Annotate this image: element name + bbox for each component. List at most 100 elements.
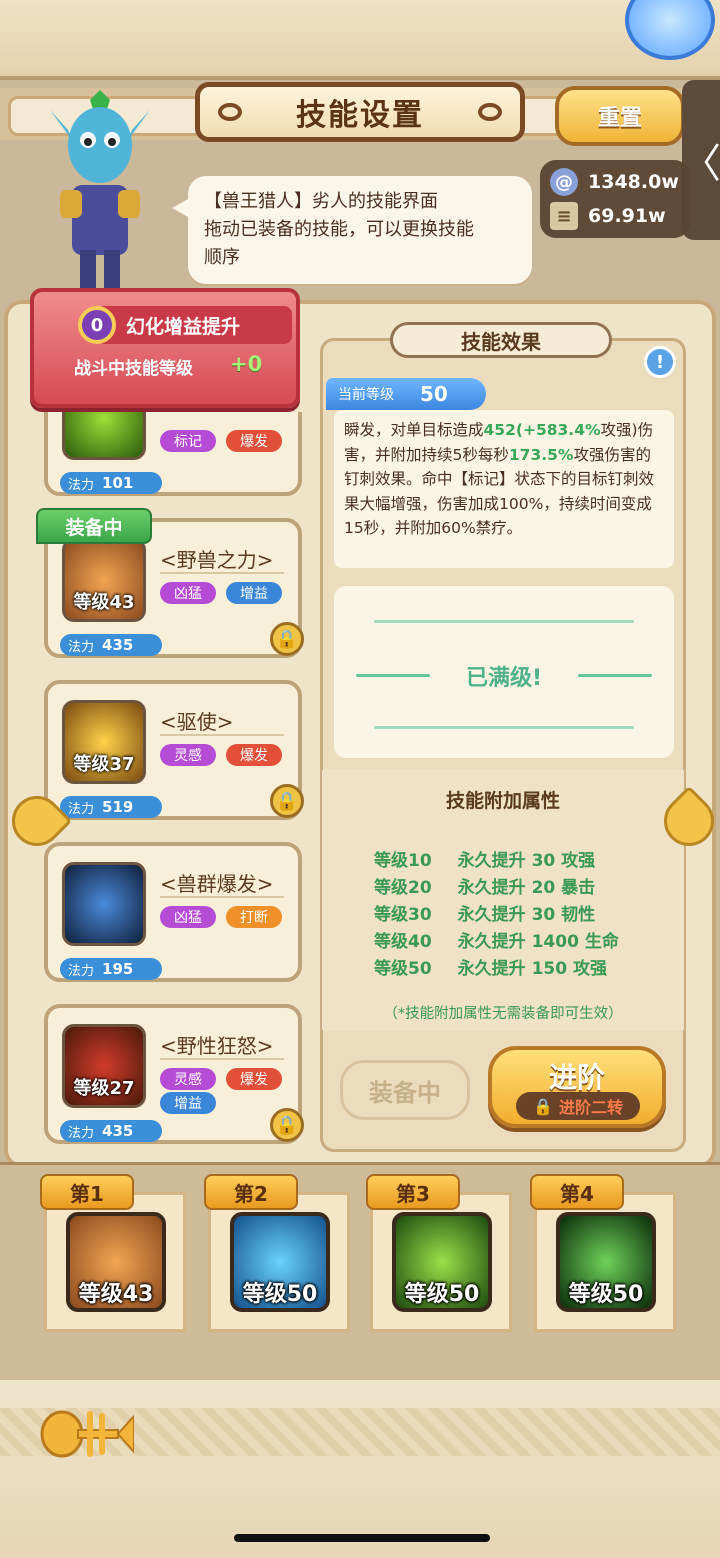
skill-tag: 灵感 — [160, 744, 216, 766]
divider — [160, 1058, 284, 1060]
buff-title: 幻化增益提升 — [126, 315, 241, 338]
desc-damage: 452 — [483, 421, 516, 439]
slot-label: 第4 — [530, 1174, 624, 1210]
lock-icon[interactable]: 🔒 — [270, 1108, 304, 1142]
attribute-row: 等级10 永久提升 30 攻强 — [374, 846, 595, 871]
skill-tag: 爆发 — [226, 744, 282, 766]
attr-level: 等级20 — [374, 878, 432, 898]
speech-bubble: 【兽王猎人】劣人的技能界面 拖动已装备的技能，可以更换技能 顺序 — [172, 176, 532, 284]
desc-text: 攻强 — [573, 445, 605, 464]
mana-label: 法力 — [68, 639, 95, 655]
attribute-row: 等级20 永久提升 20 暴击 — [374, 873, 595, 898]
skill-tag: 增益 — [226, 582, 282, 604]
attribute-title: 技能附加属性 — [445, 790, 560, 812]
buff-banner[interactable]: 幻化增益提升 0 战斗中技能等级 +0 — [30, 288, 300, 408]
buff-badge-icon: 0 — [78, 306, 116, 344]
equipped-button-label: 装备中 — [369, 1078, 441, 1107]
buff-value: +0 — [230, 352, 263, 376]
mana-pill: 法力 435 — [60, 634, 162, 656]
reset-button[interactable]: 重置 — [555, 86, 685, 146]
current-level-ribbon: 当前等级 50 — [326, 378, 486, 410]
equip-slot-2[interactable]: 第2 等级50 — [204, 1174, 350, 1332]
ornament-line — [374, 620, 634, 623]
attr-text: 永久提升 1400 生命 — [457, 932, 619, 952]
title-text: 技能设置 — [296, 98, 424, 133]
buff-badge-value: 0 — [90, 314, 104, 336]
skill-tag: 标记 — [160, 430, 216, 452]
mana-value: 435 — [102, 636, 134, 654]
advance-button[interactable]: 进阶 🔒 进阶二转 — [488, 1046, 666, 1128]
currency-value: 69.91w — [588, 205, 666, 227]
mana-value: 195 — [102, 960, 134, 978]
mana-value: 435 — [102, 1122, 134, 1140]
lock-icon[interactable]: 🔒 — [270, 622, 304, 656]
equipped-button: 装备中 — [340, 1060, 470, 1120]
speech-line: 顺序 — [204, 247, 240, 268]
lock-icon[interactable]: 🔒 — [270, 784, 304, 818]
divider — [160, 734, 284, 736]
info-icon[interactable]: ! — [644, 346, 676, 378]
skill-card[interactable]: 等级37 <驱使> 灵感 爆发 法力 519 🔒 — [44, 680, 304, 820]
page-title: 技能设置 — [195, 82, 525, 142]
effect-header-label: 技能效果 — [461, 329, 541, 354]
skill-level: 等级27 — [73, 1078, 135, 1099]
mana-pill: 法力 101 — [60, 472, 162, 494]
slot-label: 第2 — [204, 1174, 298, 1210]
home-indicator[interactable] — [234, 1534, 490, 1542]
reset-label: 重置 — [597, 106, 642, 131]
hero-character — [50, 90, 150, 290]
currency-value: 1348.0w — [588, 171, 679, 193]
title-left-ornament-icon — [218, 103, 242, 121]
skill-tag: 爆发 — [226, 430, 282, 452]
advance-requirement: 🔒 进阶二转 — [516, 1092, 640, 1120]
currency-row-coins: @ 1348.0w — [550, 168, 679, 196]
fish-bone-icon[interactable] — [38, 1400, 134, 1464]
equip-slot-4[interactable]: 第4 等级50 — [530, 1174, 676, 1332]
desc-text: 攻强) — [600, 421, 638, 439]
divider — [160, 896, 284, 898]
attr-text: 永久提升 20 暴击 — [457, 878, 596, 898]
skill-level: 等级37 — [73, 754, 135, 775]
slot-level: 等级50 — [404, 1282, 480, 1307]
info-glyph: ! — [655, 351, 665, 373]
attr-level: 等级10 — [374, 851, 432, 871]
currency-row-scrolls: ≡ 69.91w — [550, 202, 666, 230]
slot-level: 等级50 — [242, 1282, 318, 1307]
equip-slot-1[interactable]: 第1 等级43 — [40, 1174, 186, 1332]
skill-tag: 爆发 — [226, 1068, 282, 1090]
attribute-row: 等级40 永久提升 1400 生命 — [374, 927, 619, 952]
slot-label: 第1 — [40, 1174, 134, 1210]
mana-value: 519 — [102, 798, 134, 816]
desc-dot: 173.5% — [508, 445, 574, 464]
attribute-row: 等级30 永久提升 30 韧性 — [374, 900, 595, 925]
skill-level: 等级43 — [73, 592, 135, 613]
slot-level: 等级50 — [568, 1282, 644, 1307]
skill-card-partial[interactable]: 标记 爆发 法力 101 — [44, 412, 302, 496]
buff-title-bar: 幻化增益提升 — [96, 306, 292, 344]
mana-pill: 法力 519 — [60, 796, 162, 818]
title-right-ornament-icon — [478, 103, 502, 121]
equip-slot-3[interactable]: 第3 等级50 — [366, 1174, 512, 1332]
effect-header: 技能效果 — [390, 322, 612, 358]
attribute-row: 等级50 永久提升 150 攻强 — [374, 954, 607, 979]
skill-tag: 凶猛 — [160, 582, 216, 604]
skill-tag: 灵感 — [160, 1068, 216, 1090]
attr-text: 永久提升 150 攻强 — [457, 959, 607, 979]
skill-card[interactable]: 等级27 <野性狂怒> 灵感 爆发 增益 法力 435 🔒 — [44, 1004, 304, 1144]
swirl-coin-icon: @ — [550, 168, 578, 196]
mana-pill: 法力 435 — [60, 1120, 162, 1142]
attr-level: 等级50 — [374, 959, 432, 979]
attr-level: 等级40 — [374, 932, 432, 952]
skill-card[interactable]: <兽群爆发> 凶猛 打断 法力 195 — [44, 842, 302, 982]
attr-text: 永久提升 30 攻强 — [457, 851, 596, 871]
mana-label: 法力 — [68, 477, 95, 493]
current-level-label: 当前等级 — [338, 387, 394, 403]
mana-pill: 法力 195 — [60, 958, 162, 980]
slot-label: 第3 — [366, 1174, 460, 1210]
desc-damage-bonus: (+583.4% — [515, 421, 601, 439]
skill-name: <驱使> — [160, 710, 234, 734]
advance-label: 进阶 — [548, 1061, 605, 1094]
divider — [160, 572, 284, 574]
mana-label: 法力 — [68, 801, 95, 817]
skill-icon — [62, 412, 146, 460]
